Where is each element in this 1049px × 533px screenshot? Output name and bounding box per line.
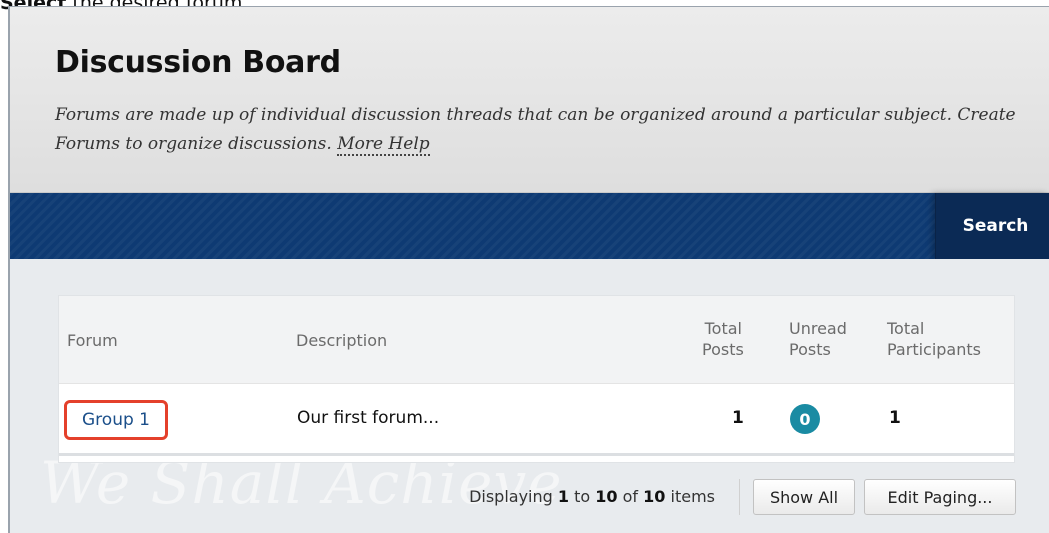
action-bar: Search [10,193,1049,259]
pager-divider [739,479,740,515]
header-line: Participants [887,340,981,359]
page-title: Discussion Board [55,45,341,80]
page-header: Discussion Board Forums are made up of i… [10,7,1049,193]
content-area: We Shall Achieve Forum Description Total… [10,259,1049,533]
column-header-forum[interactable]: Forum [67,330,118,351]
pager-to: 10 [595,487,618,506]
column-header-total-posts[interactable]: Total Posts [702,318,744,360]
pager-word: Displaying [469,487,553,506]
table-row: Group 1 Our first forum... 1 0 1 [59,384,1014,456]
header-line: Unread [789,319,847,338]
column-header-description[interactable]: Description [296,330,387,351]
search-button[interactable]: Search [935,193,1049,259]
more-help-link[interactable]: More Help [337,134,430,156]
header-line: Total [704,319,742,338]
pagination-bar: Displaying 1 to 10 of 10 items Show All … [10,479,1020,519]
description-text: Forums are made up of individual discuss… [55,105,1016,154]
show-all-button[interactable]: Show All [753,479,855,515]
browser-content-frame: Discussion Board Forums are made up of i… [8,6,1049,533]
pager-total: 10 [643,487,666,506]
forum-description: Our first forum... [297,408,440,428]
table-header: Forum Description Total Posts Unread Pos… [59,296,1014,384]
pager-from: 1 [557,487,570,506]
forum-highlight-box: Group 1 [64,400,168,440]
forum-table: Forum Description Total Posts Unread Pos… [58,295,1015,463]
page-description: Forums are made up of individual discuss… [55,101,1030,159]
column-header-total-participants[interactable]: Total Participants [887,318,981,360]
unread-posts-badge[interactable]: 0 [790,404,820,434]
pager-word: of [622,487,639,506]
pager-word: to [574,487,591,506]
pagination-status: Displaying 1 to 10 of 10 items [469,487,715,506]
total-participants-value: 1 [889,408,901,428]
column-header-unread-posts[interactable]: Unread Posts [789,318,847,360]
forum-link-group-1[interactable]: Group 1 [82,410,150,430]
edit-paging-button[interactable]: Edit Paging... [864,479,1016,515]
total-posts-value: 1 [732,408,744,428]
pager-word: items [670,487,715,506]
header-line: Posts [789,340,831,359]
header-line: Posts [702,340,744,359]
header-line: Total [887,319,925,338]
